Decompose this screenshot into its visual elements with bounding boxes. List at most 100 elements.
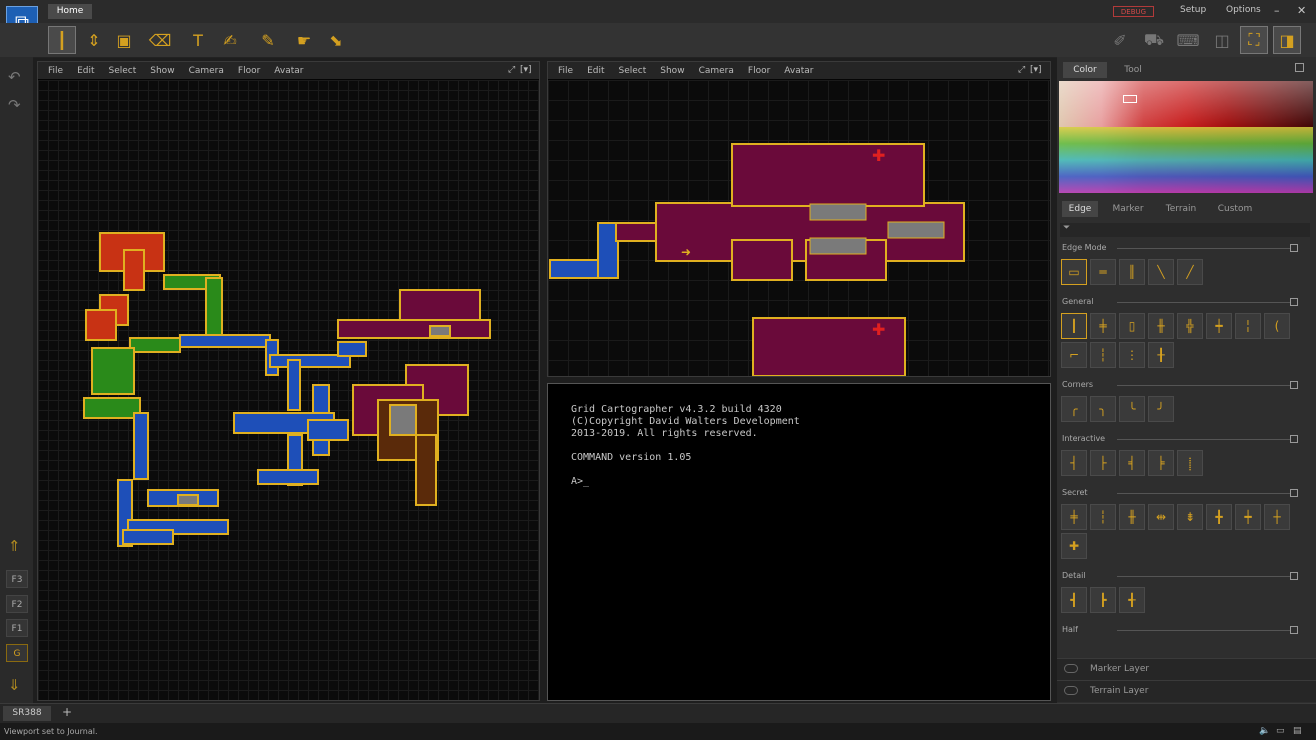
corner-bl-icon[interactable]: ╰ xyxy=(1119,396,1145,422)
menu-select[interactable]: Select xyxy=(619,66,647,76)
text-tool-icon[interactable]: T xyxy=(184,26,212,54)
edge-mode-horizontal-icon[interactable]: ═ xyxy=(1090,259,1116,285)
command-console[interactable]: Grid Cartographer v4.3.2 build 4320 (C)C… xyxy=(547,383,1051,701)
layer-terrain[interactable]: Terrain Layer xyxy=(1057,680,1316,702)
corner-tl-icon[interactable]: ╭ xyxy=(1061,396,1087,422)
setup-menu[interactable]: Setup xyxy=(1180,5,1206,15)
minimize-button[interactable]: – xyxy=(1274,4,1280,17)
wall-tool-icon[interactable]: ┃ xyxy=(48,26,76,54)
fullscreen-icon[interactable]: ⛶ xyxy=(1240,26,1268,54)
menu-show[interactable]: Show xyxy=(150,66,174,76)
console-prompt[interactable]: A>_ xyxy=(571,476,589,487)
floor-key-f3[interactable]: F3 xyxy=(6,570,28,588)
redo-icon[interactable]: ↷ xyxy=(8,96,21,114)
keyboard-icon[interactable]: ⌨ xyxy=(1174,26,1202,54)
stamp-icon[interactable]: ⛟ xyxy=(1140,26,1168,54)
tab-color[interactable]: Color xyxy=(1063,62,1107,78)
edge-one-way-icon[interactable]: ╫ xyxy=(1148,313,1174,339)
layer-marker[interactable]: Marker Layer xyxy=(1057,658,1316,680)
edge-curve-icon[interactable]: ( xyxy=(1264,313,1290,339)
floor-key-f1[interactable]: F1 xyxy=(6,619,28,637)
hand-tool-icon[interactable]: ☛ xyxy=(290,26,318,54)
door-tool-icon[interactable]: ⇕ xyxy=(80,26,108,54)
edge-bend-icon[interactable]: ⌐ xyxy=(1061,342,1087,368)
tab-tool[interactable]: Tool xyxy=(1111,62,1155,78)
corner-tr-icon[interactable]: ╮ xyxy=(1090,396,1116,422)
panel-toggle-icon[interactable]: ◨ xyxy=(1273,26,1301,54)
menu-camera[interactable]: Camera xyxy=(699,66,734,76)
tab-marker[interactable]: Marker xyxy=(1107,201,1149,217)
secret-plus-icon[interactable]: ┼ xyxy=(1264,504,1290,530)
select-tool-icon[interactable]: ⬊ xyxy=(322,26,350,54)
edge-dashed-icon[interactable]: ┆ xyxy=(1090,342,1116,368)
eraser-tool-icon[interactable]: ⌫ xyxy=(146,26,174,54)
secret-cross-icon[interactable]: ╋ xyxy=(1206,504,1232,530)
edge-gate-icon[interactable]: ┿ xyxy=(1206,313,1232,339)
fill-tool-icon[interactable]: ▣ xyxy=(110,26,138,54)
speaker-icon[interactable]: 🔈 xyxy=(1259,726,1270,736)
viewport-dropdown[interactable]: [▾] xyxy=(1030,65,1042,75)
menu-avatar[interactable]: Avatar xyxy=(784,66,813,76)
menu-edit[interactable]: Edit xyxy=(77,66,94,76)
edge-mode-diagonal-icon[interactable]: ╲ xyxy=(1148,259,1174,285)
menu-floor[interactable]: Floor xyxy=(238,66,260,76)
edge-locked-door-icon[interactable]: ▯ xyxy=(1119,313,1145,339)
add-tab-button[interactable]: + xyxy=(62,705,72,719)
panel-collapse-icon[interactable] xyxy=(1295,63,1304,72)
switch-icon[interactable]: ├ xyxy=(1090,450,1116,476)
menu-avatar[interactable]: Avatar xyxy=(274,66,303,76)
layout-split-icon[interactable]: ◫ xyxy=(1208,26,1236,54)
floor-up-icon[interactable]: ⇑ xyxy=(8,537,21,555)
expand-icon[interactable]: ⤢ xyxy=(508,65,515,75)
menu-show[interactable]: Show xyxy=(660,66,684,76)
lever-icon[interactable]: ┤ xyxy=(1061,450,1087,476)
edge-mode-wall-icon[interactable]: ▭ xyxy=(1061,259,1087,285)
options-menu[interactable]: Options xyxy=(1226,5,1261,15)
visibility-eye-icon[interactable] xyxy=(1064,664,1078,673)
secret-one-way-icon[interactable]: ⇹ xyxy=(1148,504,1174,530)
edge-bars-icon[interactable]: ╎ xyxy=(1235,313,1261,339)
brush-icon[interactable]: ✐ xyxy=(1106,26,1134,54)
section-collapse-icon[interactable] xyxy=(1290,626,1298,634)
edge-wall-icon[interactable]: ┃ xyxy=(1061,313,1087,339)
detail-torch-icon[interactable]: ┫ xyxy=(1061,587,1087,613)
note-tool-icon[interactable]: ✍ xyxy=(216,26,244,54)
detail-banner-icon[interactable]: ┣ xyxy=(1090,587,1116,613)
edge-mode-diagonal-alt-icon[interactable]: ╱ xyxy=(1177,259,1203,285)
floor-key-g[interactable]: G xyxy=(6,644,28,662)
viewport-dropdown[interactable]: [▾] xyxy=(520,65,532,75)
menu-file[interactable]: File xyxy=(558,66,573,76)
edge-dotted-icon[interactable]: ⋮ xyxy=(1119,342,1145,368)
secret-arrow-icon[interactable]: ⇟ xyxy=(1177,504,1203,530)
pen-tool-icon[interactable]: ✎ xyxy=(254,26,282,54)
ribbon-tab-home[interactable]: Home xyxy=(48,4,92,19)
menu-camera[interactable]: Camera xyxy=(189,66,224,76)
edge-fence-icon[interactable]: ╂ xyxy=(1148,342,1174,368)
filter-bar[interactable]: ⏷ xyxy=(1060,223,1310,237)
secret-gate-icon[interactable]: ┿ xyxy=(1235,504,1261,530)
secret-junction-icon[interactable]: ✚ xyxy=(1061,533,1087,559)
undo-icon[interactable]: ↶ xyxy=(8,68,21,86)
pull-chain-icon[interactable]: ╞ xyxy=(1148,450,1174,476)
section-collapse-icon[interactable] xyxy=(1290,244,1298,252)
detail-window-icon[interactable]: ╉ xyxy=(1119,587,1145,613)
section-collapse-icon[interactable] xyxy=(1290,381,1298,389)
section-collapse-icon[interactable] xyxy=(1290,489,1298,497)
floor-key-f2[interactable]: F2 xyxy=(6,595,28,613)
secret-door-icon[interactable]: ╪ xyxy=(1061,504,1087,530)
edge-mode-vertical-icon[interactable]: ║ xyxy=(1119,259,1145,285)
expand-icon[interactable]: ⤢ xyxy=(1018,65,1025,75)
visibility-eye-icon[interactable] xyxy=(1064,686,1078,695)
secret-wall-icon[interactable]: ┆ xyxy=(1090,504,1116,530)
document-tab-sr388[interactable]: SR388 xyxy=(3,706,51,721)
menu-file[interactable]: File xyxy=(48,66,63,76)
map-canvas[interactable] xyxy=(38,80,539,700)
menu-select[interactable]: Select xyxy=(109,66,137,76)
secret-passage-icon[interactable]: ╫ xyxy=(1119,504,1145,530)
tab-custom[interactable]: Custom xyxy=(1213,201,1257,217)
corner-br-icon[interactable]: ╯ xyxy=(1148,396,1174,422)
menu-floor[interactable]: Floor xyxy=(748,66,770,76)
keyhole-icon[interactable]: ⸽ xyxy=(1177,450,1203,476)
tab-terrain[interactable]: Terrain xyxy=(1159,201,1203,217)
chat-icon[interactable]: ▤ xyxy=(1293,726,1302,736)
